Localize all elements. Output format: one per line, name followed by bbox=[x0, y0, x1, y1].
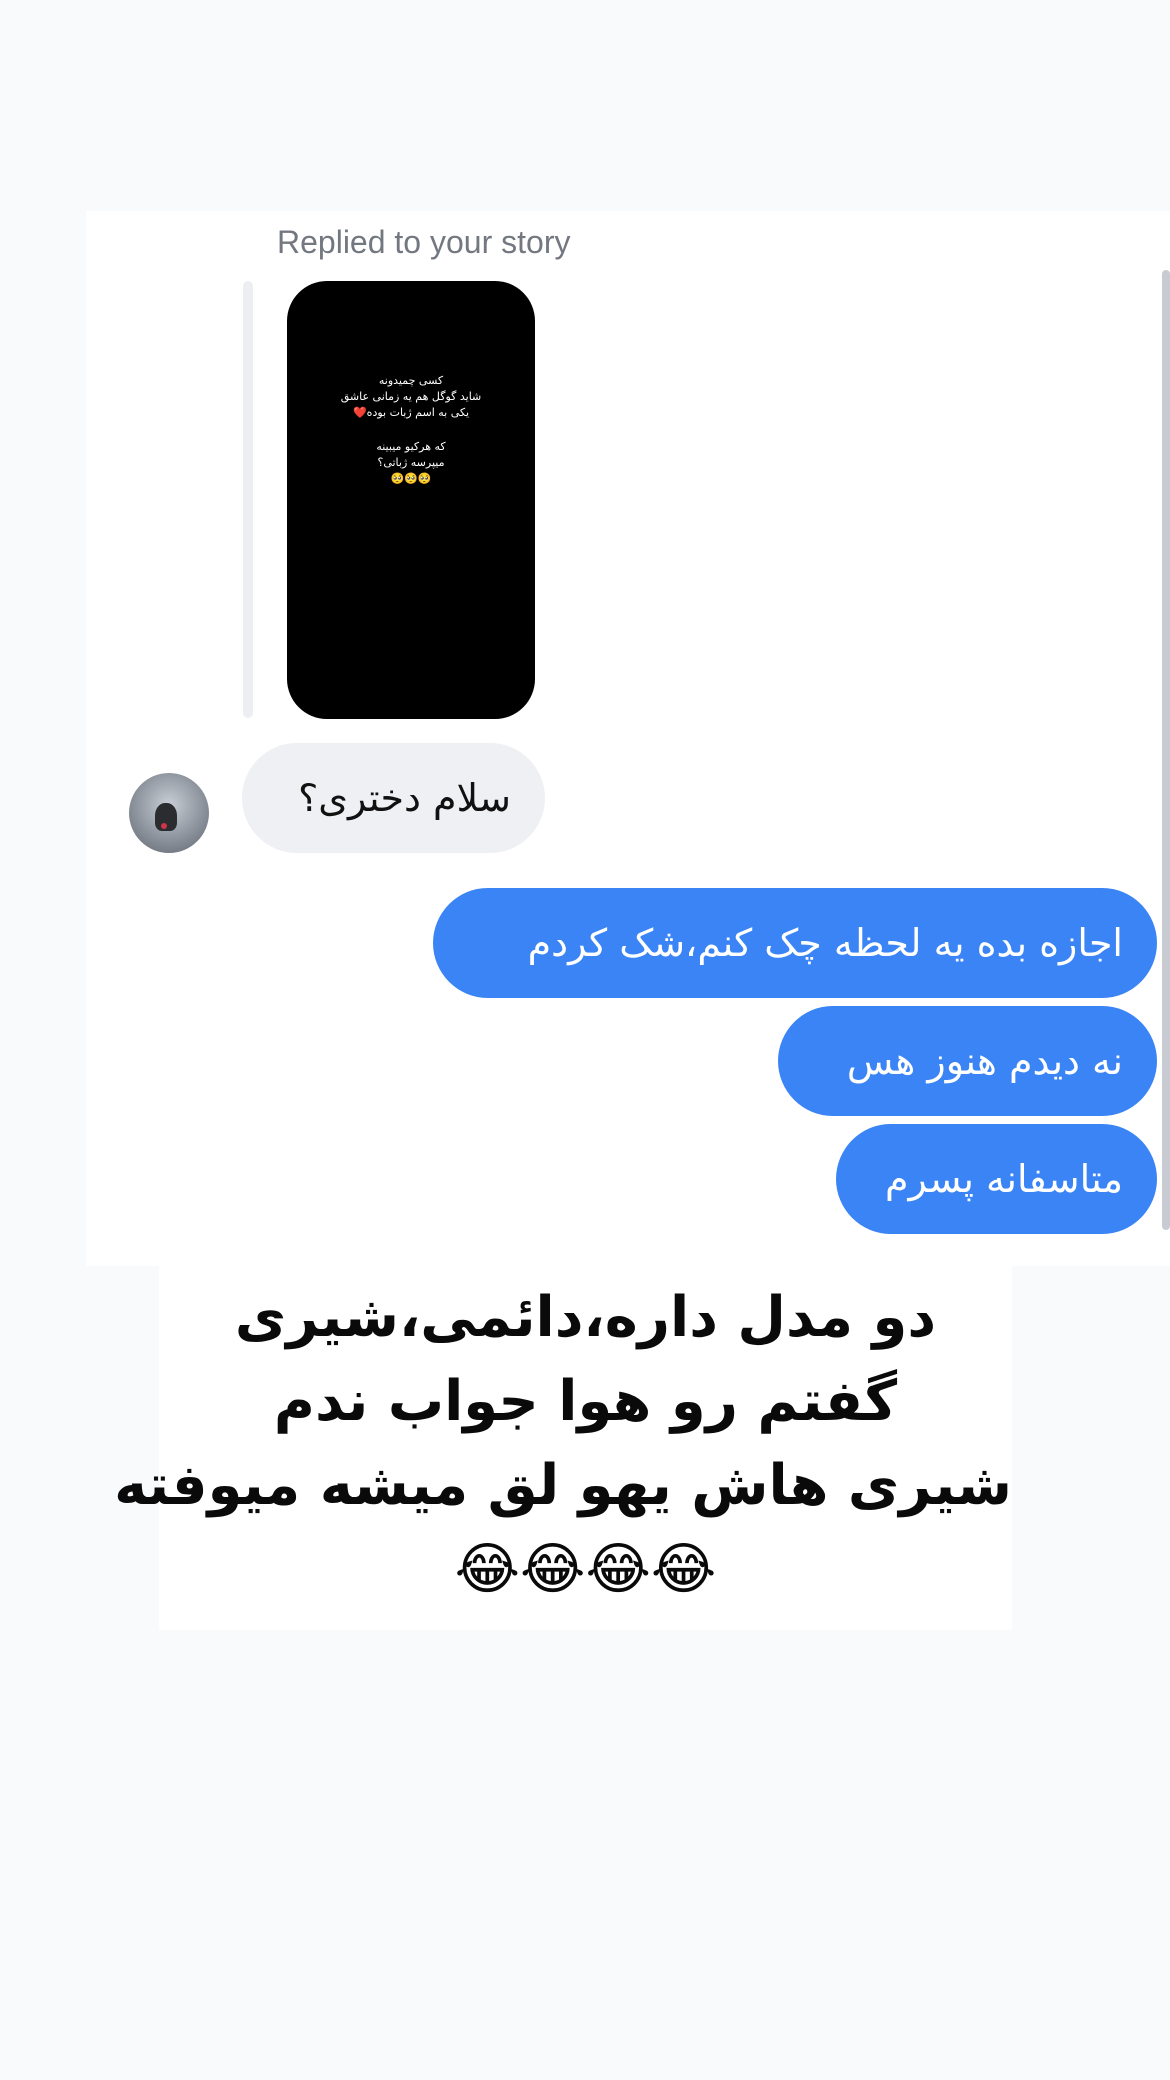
sender-avatar[interactable] bbox=[129, 773, 209, 853]
caption-line: گفتم رو هوا جواب ندم bbox=[273, 1369, 898, 1434]
replied-to-story-label: Replied to your story bbox=[277, 224, 571, 260]
caption-box: دو مدل داره،دائمی،شیری گفتم رو هوا جواب … bbox=[114, 1266, 1012, 1630]
story-text-line: یکی به اسم ژبات بوده❤️ bbox=[352, 406, 470, 419]
caption-line: دو مدل داره،دائمی،شیری bbox=[234, 1285, 937, 1350]
caption-line: شیری هاش یهو لق میشه میوفته bbox=[114, 1453, 1012, 1518]
story-text-line: میپرسه ژباتی؟ bbox=[377, 456, 445, 469]
story-text-line: 🥺🥺🥺 bbox=[390, 472, 432, 485]
reply-indicator-bar bbox=[243, 281, 253, 718]
incoming-message-bubble[interactable]: سلام دختری؟ bbox=[242, 743, 545, 853]
avatar-accent bbox=[161, 823, 167, 829]
outgoing-message-bubble[interactable]: متاسفانه پسرم bbox=[836, 1124, 1157, 1234]
story-text-line: که هرکیو میبینه bbox=[376, 440, 446, 453]
scrollbar[interactable] bbox=[1162, 270, 1170, 1230]
caption-emoji-line: 😂😂😂😂 bbox=[454, 1537, 717, 1602]
story-text-line: شاید گوگل هم یه زمانی عاشق bbox=[340, 390, 482, 403]
story-text-line: کسی چمیدونه bbox=[378, 374, 444, 387]
story-thumbnail[interactable]: کسی چمیدونه شاید گوگل هم یه زمانی عاشق ی… bbox=[287, 281, 535, 719]
outgoing-message-bubble[interactable]: اجازه بده یه لحظه چک کنم،شک کردم bbox=[433, 888, 1157, 998]
outgoing-message-bubble[interactable]: نه دیدم هنوز هس bbox=[778, 1006, 1157, 1116]
